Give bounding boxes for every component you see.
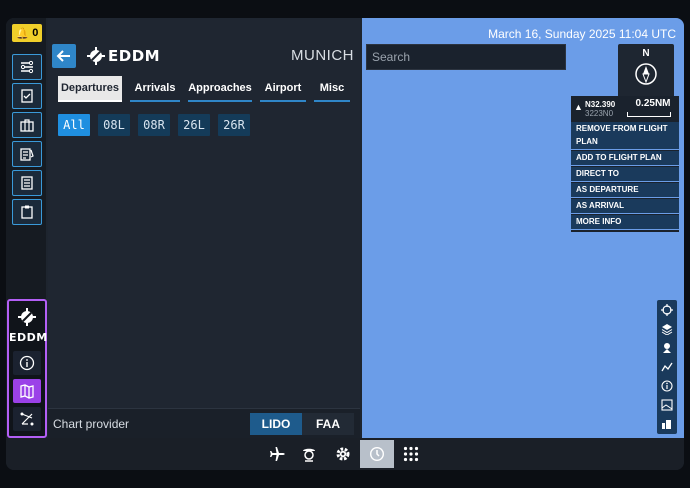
tab-departures[interactable]: Departures [58,76,122,102]
airport-label: EDDM [9,331,48,344]
map-view[interactable]: March 16, Sunday 2025 11:04 UTC Search N… [362,18,684,438]
settings-button[interactable] [326,440,360,468]
provider-lido-button[interactable]: LIDO [250,413,302,435]
route-map-icon [20,412,34,426]
layers-icon [661,324,673,335]
menu-remove-from-flight-plan[interactable]: REMOVE FROM FLIGHT PLAN [571,122,679,150]
apps-button[interactable] [394,440,428,468]
menu-as-arrival[interactable]: AS ARRIVAL [571,199,679,214]
clock-icon [370,447,384,461]
datetime-display: March 16, Sunday 2025 11:04 UTC [488,27,676,41]
elevation-button[interactable] [659,359,675,375]
airport-header-icon [86,46,106,66]
back-button[interactable] [52,44,76,68]
tab-approaches[interactable]: Approaches [188,76,252,102]
pin-icon [663,343,671,353]
notes-icon [21,176,33,190]
map-info-button[interactable] [659,378,675,394]
flight-plan-icon [20,148,34,161]
notes-button[interactable] [12,170,42,196]
pilot-icon [303,448,315,462]
caret-up-icon: ▲ [574,102,583,112]
tab-airport[interactable]: Airport [260,76,306,102]
chart-provider-bar: Chart provider LIDO FAA [48,408,360,439]
map-scale-bar [627,112,671,117]
briefcase-icon [20,119,34,132]
runway-26l[interactable]: 26L [178,114,210,136]
info-icon [661,380,673,392]
crosshair-icon [661,304,673,316]
elevation-icon [661,362,673,372]
airport-icon [15,305,39,329]
notification-count: 0 [32,27,39,39]
aircraft-button[interactable] [260,440,294,468]
clipboard-button[interactable] [12,199,42,225]
checklist-icon [21,89,33,103]
left-rail: 🔔 0 EDDM [6,18,47,438]
efb-window: 🔔 0 EDDM EDDM MUNICH Departures Arrivals… [6,18,684,470]
charts-panel: EDDM MUNICH Departures Arrivals Approach… [48,18,360,439]
map-icon [20,384,34,399]
search-input[interactable]: Search [366,44,566,70]
map-context-menu: ▲ N32.390 3223N0 0.25NM REMOVE FROM FLIG… [571,96,679,232]
context-header: ▲ N32.390 3223N0 0.25NM [571,96,679,120]
menu-direct-to[interactable]: DIRECT TO [571,167,679,182]
airport-section: EDDM [7,299,47,438]
terrain-button[interactable] [659,397,675,413]
layers-button[interactable] [659,321,675,337]
pin-button[interactable] [659,340,675,356]
info-icon [19,355,35,371]
chart-provider-label: Chart provider [53,417,130,431]
checklist-button[interactable] [12,83,42,109]
airport-city: MUNICH [291,47,354,64]
airport-route-button[interactable] [13,407,41,431]
runway-26r[interactable]: 26R [218,114,250,136]
chart-tabs: Departures Arrivals Approaches Airport M… [48,76,360,104]
compass-icon [635,63,657,85]
briefcase-button[interactable] [12,112,42,138]
notification-badge[interactable]: 🔔 0 [12,24,42,42]
airplane-icon [270,447,285,461]
bell-icon: 🔔 [15,27,30,40]
bottom-bar [6,438,684,470]
menu-add-to-flight-plan[interactable]: ADD TO FLIGHT PLAN [571,151,679,166]
menu-as-departure[interactable]: AS DEPARTURE [571,183,679,198]
context-coord-line1: N32.390 [585,100,616,109]
tab-arrivals[interactable]: Arrivals [130,76,180,102]
clock-button[interactable] [360,440,394,468]
chart-icon [662,420,671,429]
menu-more-info[interactable]: MORE INFO [571,215,679,230]
airport-info-button[interactable] [13,351,41,375]
crosshair-button[interactable] [659,302,675,318]
pilot-button[interactable] [292,440,326,468]
terrain-icon [661,399,673,411]
provider-faa-button[interactable]: FAA [302,413,354,435]
gear-icon [336,447,350,461]
arrow-left-icon [56,50,70,62]
apps-grid-icon [403,446,419,462]
airport-icao: EDDM [108,47,161,65]
route-button[interactable] [12,54,42,80]
map-scale-label: 0.25NM [635,98,671,109]
runway-08r[interactable]: 08R [138,114,170,136]
runway-08l[interactable]: 08L [98,114,130,136]
map-toolbar [657,300,677,434]
chart-overlay-button[interactable] [659,416,675,432]
flight-plan-button[interactable] [12,141,42,167]
clipboard-icon [21,205,33,219]
compass-north-label: N [642,48,650,59]
airport-map-button[interactable] [13,379,41,403]
context-coord-line2: 3223N0 [585,109,614,118]
tab-misc[interactable]: Misc [314,76,350,102]
route-icon [20,60,34,74]
runway-all[interactable]: All [58,114,90,136]
